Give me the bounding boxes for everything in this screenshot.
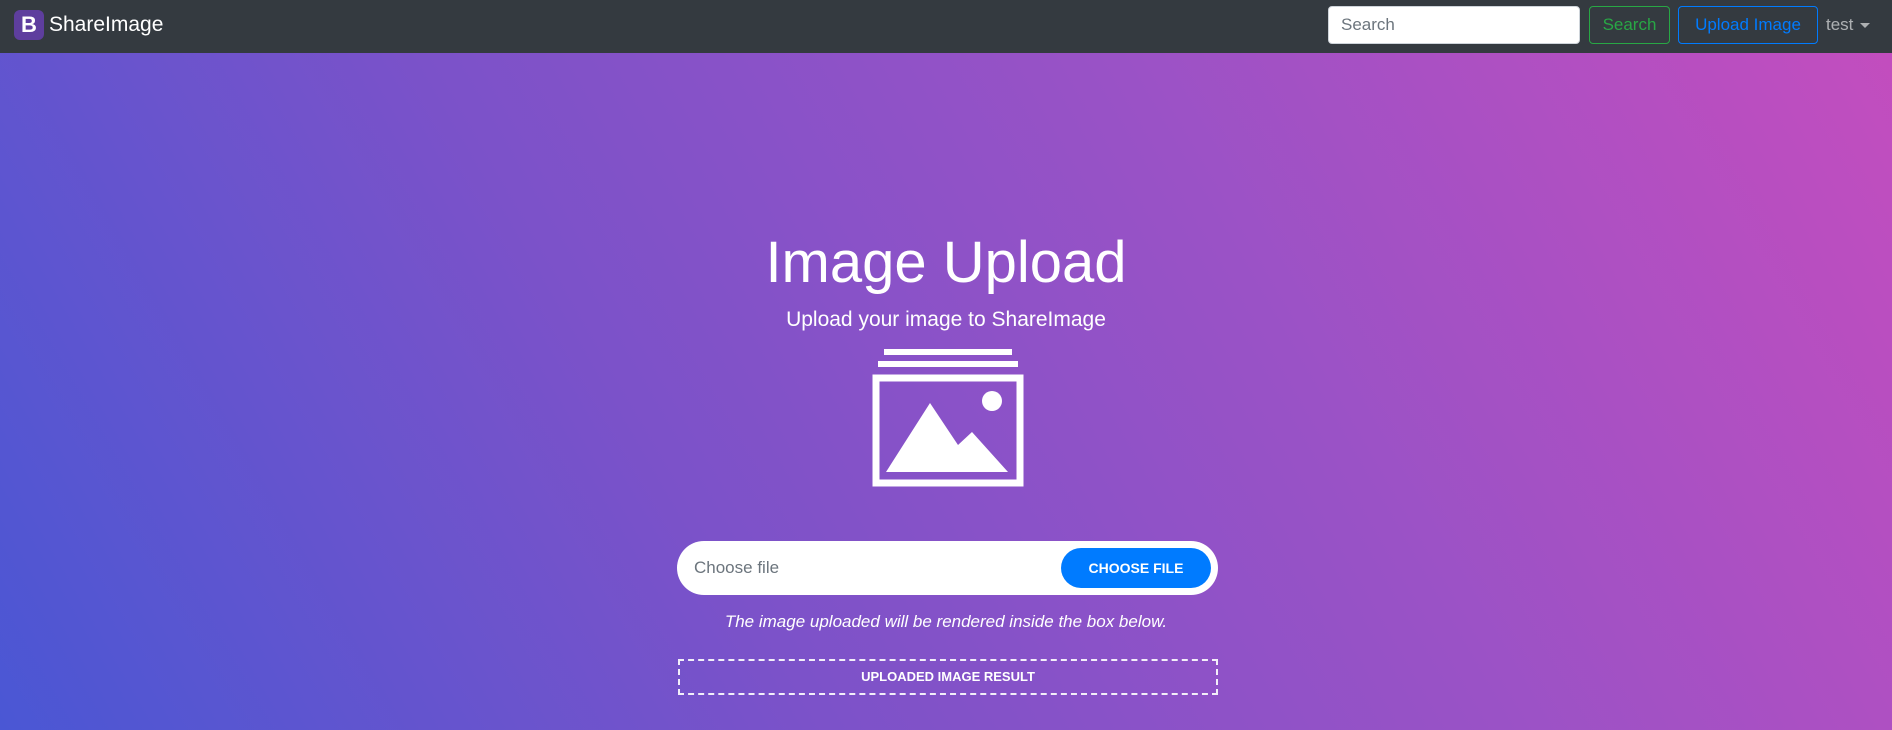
image-icon [872, 349, 1024, 487]
file-input-group[interactable]: Choose file CHOOSE FILE [677, 541, 1218, 595]
file-input-label[interactable]: Choose file [694, 541, 779, 595]
brand-logo-icon: B [14, 10, 44, 40]
page-title: Image Upload [765, 230, 1127, 295]
page-subtitle: Upload your image to ShareImage [786, 308, 1106, 331]
search-input[interactable] [1328, 6, 1580, 44]
upload-note: The image uploaded will be rendered insi… [724, 612, 1168, 631]
choose-file-button[interactable]: CHOOSE FILE [1061, 548, 1211, 588]
uploaded-image-result-box: UPLOADED IMAGE RESULT [678, 659, 1218, 695]
brand[interactable]: B ShareImage [14, 10, 163, 40]
navbar: B ShareImage Search Upload Image test [0, 0, 1892, 53]
upload-image-button[interactable]: Upload Image [1678, 6, 1818, 44]
search-button[interactable]: Search [1589, 6, 1670, 44]
user-dropdown[interactable]: test [1826, 15, 1871, 35]
user-name: test [1826, 15, 1854, 34]
brand-name: ShareImage [49, 13, 164, 36]
caret-down-icon [1860, 22, 1871, 28]
